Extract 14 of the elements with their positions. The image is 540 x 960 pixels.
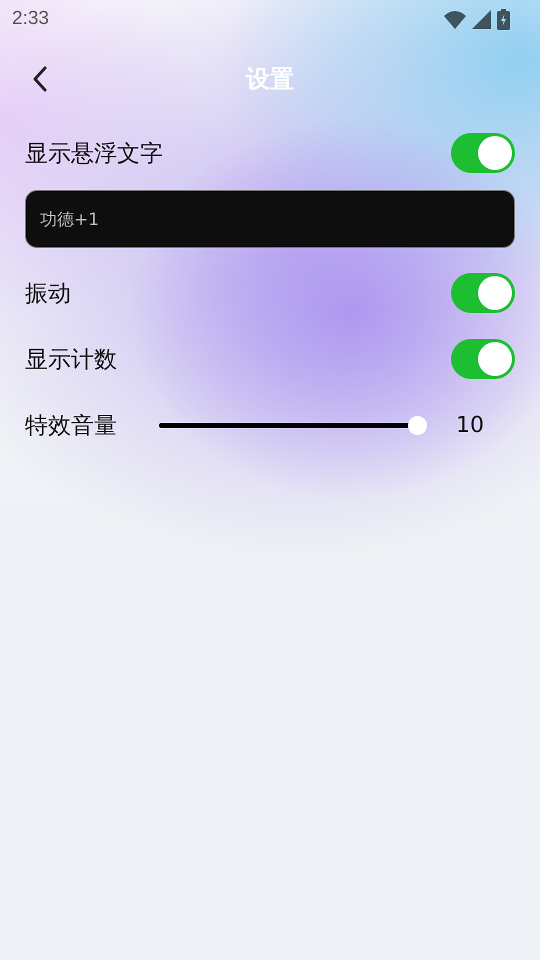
setting-label: 显示计数 <box>25 346 117 374</box>
toggle-switch[interactable] <box>451 339 515 379</box>
text-field[interactable]: 功德+1 <box>25 190 515 248</box>
battery-icon <box>497 8 510 30</box>
slider-thumb[interactable] <box>408 416 427 434</box>
toggle-switch[interactable] <box>451 273 515 313</box>
setting-label: 特效音量 <box>25 412 118 440</box>
wifi-icon <box>444 10 466 28</box>
setting-label: 显示悬浮文字 <box>25 140 163 168</box>
status-time: 2:33 <box>12 8 49 30</box>
volume-value: 10 <box>456 412 484 438</box>
toggle-switch[interactable] <box>451 133 515 173</box>
signal-icon <box>472 10 491 28</box>
setting-label: 振动 <box>25 280 71 308</box>
